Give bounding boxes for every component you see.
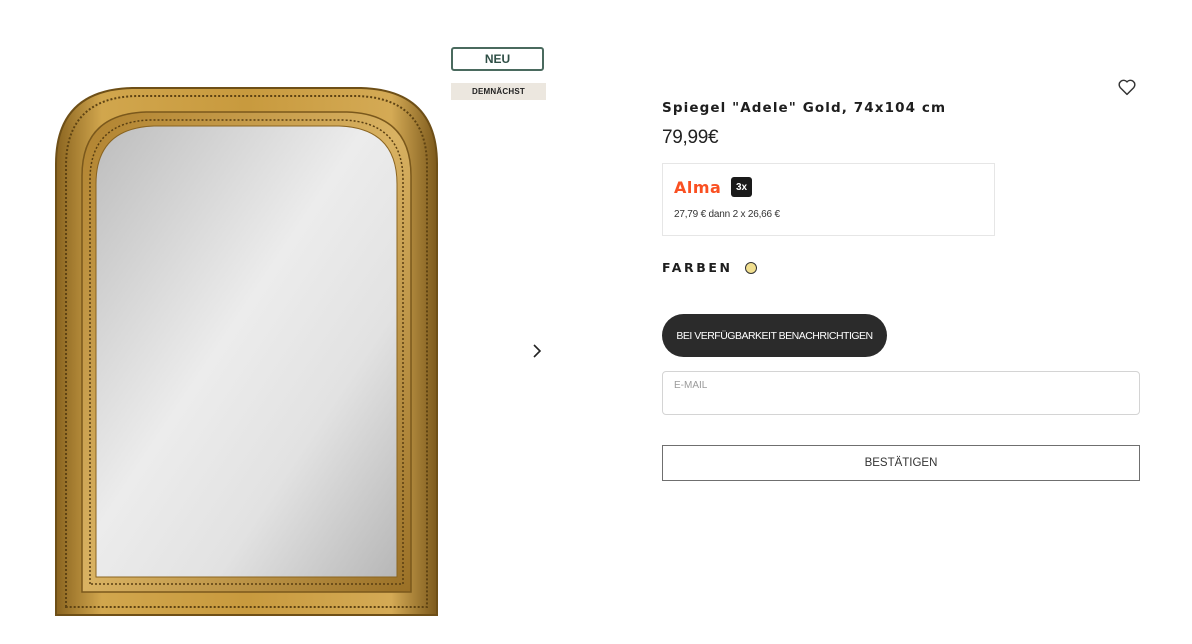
email-label: E-MAIL — [674, 380, 708, 391]
notify-availability-button[interactable]: BEI VERFÜGBARKEIT BENACHRICHTIGEN — [662, 314, 887, 357]
product-image[interactable] — [54, 84, 439, 617]
product-title: Spiegel "Adele" Gold, 74x104 cm — [662, 100, 947, 116]
installments-badge[interactable]: 3x — [731, 177, 752, 197]
new-badge: NEU — [451, 47, 544, 71]
chevron-right-icon — [533, 344, 542, 358]
confirm-button[interactable]: BESTÄTIGEN — [662, 445, 1140, 481]
installment-details: 27,79 € dann 2 x 26,66 € — [674, 209, 780, 220]
alma-logo: Alma — [674, 178, 722, 197]
colors-label: FARBEN — [662, 260, 733, 275]
email-field[interactable]: E-MAIL — [662, 371, 1140, 415]
wishlist-button[interactable] — [1116, 76, 1138, 98]
heart-icon — [1118, 79, 1136, 96]
color-swatch-gold[interactable] — [744, 261, 757, 274]
product-price: 79,99€ — [662, 127, 719, 148]
alma-installment-box[interactable]: Alma 3x 27,79 € dann 2 x 26,66 € — [662, 163, 995, 236]
next-image-button[interactable] — [526, 340, 548, 362]
color-selector: FARBEN — [662, 260, 757, 275]
coming-soon-badge: DEMNÄCHST — [451, 83, 546, 100]
mirror-illustration — [55, 87, 438, 616]
